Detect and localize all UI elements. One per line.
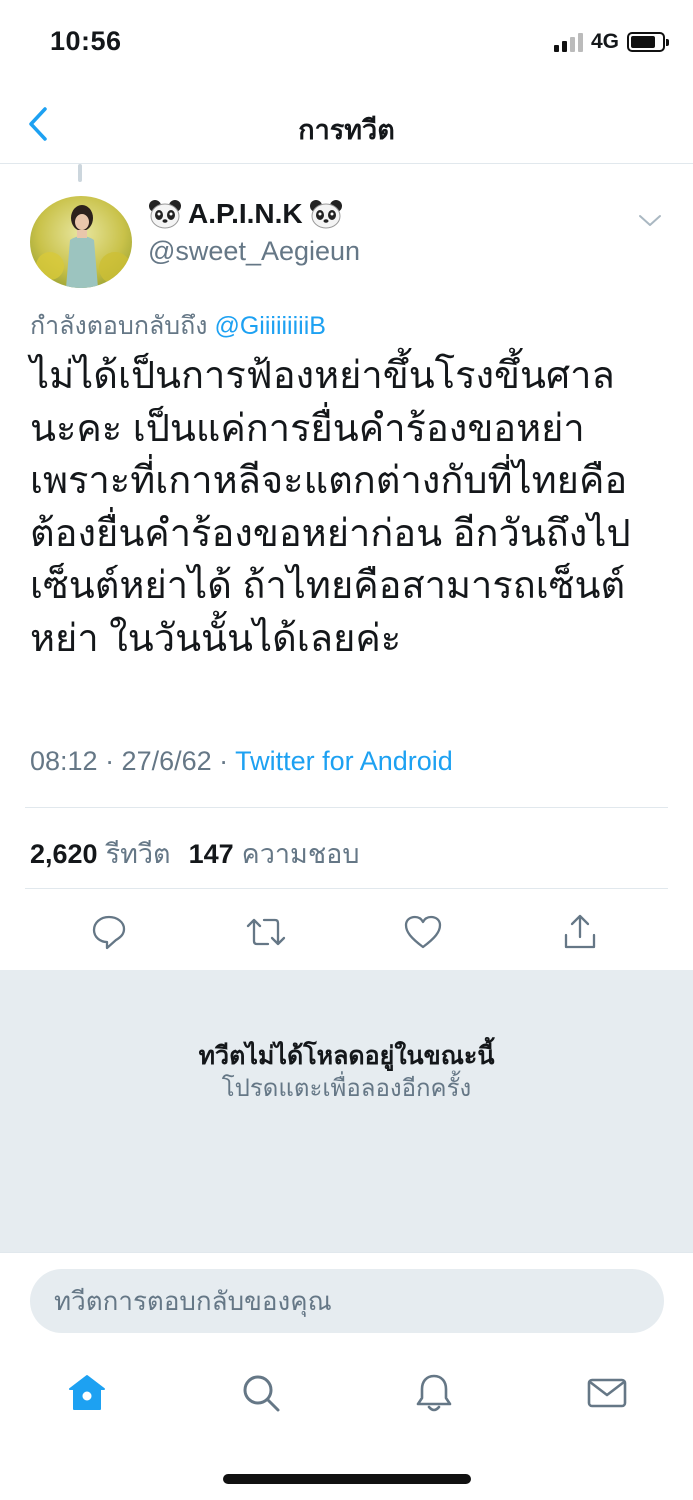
status-indicators: 4G [553, 30, 669, 54]
tab-search[interactable] [236, 1368, 286, 1418]
search-icon [243, 1375, 280, 1412]
status-time: 10:56 [50, 26, 122, 56]
not-loaded-retry-text: โปรดแตะเพื่อลองอีกครั้ง [221, 1075, 472, 1102]
tweet-text: ไม่ได้เป็นการฟ้องหย่าขึ้นโรงขึ้นศาล นะคะ… [30, 355, 631, 660]
like-count[interactable]: 147 [189, 839, 234, 870]
thread-connector-line [78, 164, 82, 182]
replying-to-label: กำลังตอบกลับถึง [30, 312, 208, 340]
network-type: 4G [590, 30, 619, 53]
tab-home[interactable] [62, 1368, 112, 1418]
panda-emoji-icon [149, 200, 181, 229]
share-icon [564, 914, 596, 949]
like-label: ความชอบ [241, 839, 360, 869]
page-title: การทวีต [298, 115, 395, 145]
retweet-label: รีทวีต [105, 839, 171, 869]
replying-to: กำลังตอบกลับถึง @GiiiiiiiiiB [30, 306, 326, 346]
mail-icon [587, 1378, 627, 1408]
retweet-icon [246, 918, 286, 946]
display-name[interactable]: A.P.I.N.K [148, 198, 343, 230]
retweet-count[interactable]: 2,620 [30, 839, 98, 870]
tab-messages[interactable] [582, 1368, 632, 1418]
avatar[interactable] [30, 196, 132, 288]
battery-icon [627, 32, 669, 52]
heart-icon [404, 915, 442, 949]
nav-header: การทวีต [0, 88, 693, 164]
retweet-button[interactable] [244, 910, 288, 954]
divider [25, 888, 668, 889]
share-button[interactable] [558, 910, 602, 954]
home-indicator[interactable] [223, 1474, 471, 1484]
tweet-actions [0, 904, 693, 964]
bell-icon [416, 1374, 452, 1412]
tweet-not-loaded-panel[interactable]: ทวีตไม่ได้โหลดอยู่ในขณะนี้ โปรดแตะเพื่อล… [0, 970, 693, 1252]
tab-notifications[interactable] [409, 1368, 459, 1418]
reply-composer-bar [0, 1252, 693, 1348]
reply-mention-link[interactable]: @GiiiiiiiiiB [214, 312, 326, 340]
display-name-text: A.P.I.N.K [188, 198, 303, 229]
tweet-stats: 2,620 รีทวีต 147 ความชอบ [30, 832, 370, 875]
divider [25, 807, 668, 808]
tweet-meta: 08:12 · 27/6/62 · Twitter for Android [30, 746, 453, 777]
tweet-timestamp: 08:12 · 27/6/62 · [30, 746, 236, 776]
home-icon [69, 1375, 105, 1410]
user-handle[interactable]: @sweet_Aegieun [148, 236, 360, 267]
chevron-down-icon [639, 215, 661, 226]
reply-input[interactable] [30, 1269, 664, 1333]
avatar-photo [30, 196, 132, 288]
tweet-options-button[interactable] [635, 208, 665, 232]
bottom-tab-bar [0, 1348, 693, 1438]
tweet-source-link[interactable]: Twitter for Android [235, 746, 453, 776]
reply-button[interactable] [87, 910, 131, 954]
like-button[interactable] [401, 910, 445, 954]
panda-emoji-icon [309, 200, 342, 229]
signal-icon [553, 32, 583, 52]
status-bar: 10:56 4G [0, 0, 693, 88]
reply-icon [92, 915, 126, 950]
